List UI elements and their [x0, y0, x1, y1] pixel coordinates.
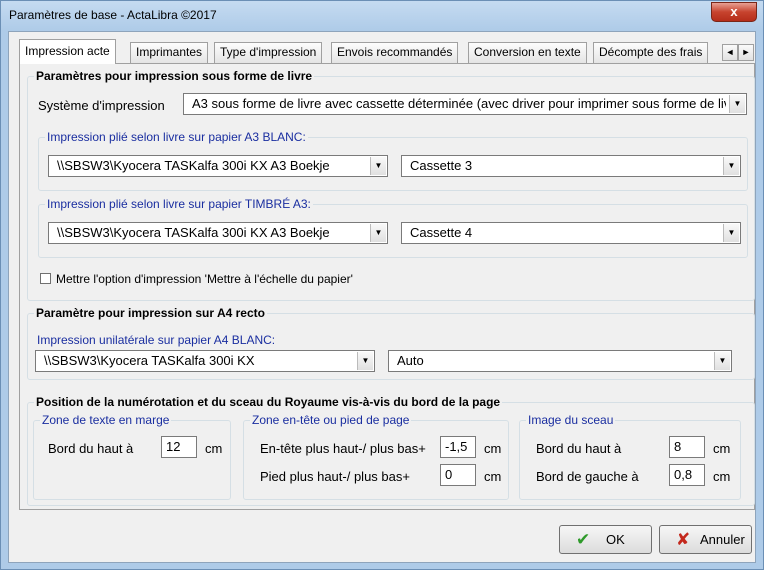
a3-blanc-title: Impression plié selon livre sur papier A…	[45, 130, 308, 144]
position-group: Position de la numérotation et du sceau …	[27, 395, 755, 506]
a3-blanc-group: Impression plié selon livre sur papier A…	[38, 130, 748, 191]
a4-subtitle: Impression unilatérale sur papier A4 BLA…	[37, 333, 276, 347]
scale-option-checkbox[interactable]	[40, 273, 51, 284]
title-bar[interactable]: Paramètres de base - ActaLibra ©2017 x	[1, 1, 763, 31]
chevron-down-icon: ▼	[714, 352, 730, 370]
footer-unit-label: cm	[484, 469, 502, 484]
close-button[interactable]: x	[711, 2, 757, 22]
a3-blanc-printer-select[interactable]: \\SBSW3\Kyocera TASKalfa 300i KX A3 Boek…	[48, 155, 388, 177]
window-title: Paramètres de base - ActaLibra ©2017	[9, 8, 217, 22]
header-unit-label: cm	[484, 441, 502, 456]
a3-blanc-tray-select[interactable]: Cassette 3 ▼	[401, 155, 741, 177]
sceau-left-label: Bord de gauche à	[536, 469, 639, 484]
chevron-down-icon: ▼	[370, 224, 386, 242]
chevron-down-icon: ▼	[723, 224, 739, 242]
cancel-button[interactable]: ✘ Annuler	[659, 525, 752, 554]
scale-option-label[interactable]: Mettre l'option d'impression 'Mettre à l…	[56, 272, 353, 286]
tab-conversion-texte[interactable]: Conversion en texte	[468, 42, 587, 63]
header-offset-input[interactable]: -1,5	[440, 436, 476, 458]
a3-timbre-tray-select[interactable]: Cassette 4 ▼	[401, 222, 741, 244]
chevron-down-icon: ▼	[357, 352, 373, 370]
tab-scroll-left-button[interactable]: ◄	[722, 44, 738, 61]
a4-group: Paramètre pour impression sur A4 recto I…	[27, 306, 755, 380]
livre-group-title: Paramètres pour impression sous forme de…	[34, 69, 315, 83]
sceau-top-input[interactable]: 8	[669, 436, 705, 458]
entete-group-title: Zone en-tête ou pied de page	[250, 413, 412, 427]
dialog-client: Impression acte Imprimantes Type d'impre…	[8, 31, 756, 563]
tab-impression-acte[interactable]: Impression acte	[19, 39, 116, 64]
a4-group-title: Paramètre pour impression sur A4 recto	[34, 306, 267, 320]
chevron-down-icon: ▼	[729, 95, 745, 113]
entete-group: Zone en-tête ou pied de page En-tête plu…	[243, 413, 509, 500]
footer-offset-label: Pied plus haut-/ plus bas+	[260, 469, 410, 484]
ok-button[interactable]: ✔ OK	[559, 525, 652, 554]
tab-envois-recommandes[interactable]: Envois recommandés	[331, 42, 459, 63]
checkmark-icon: ✔	[576, 530, 591, 549]
sceau-group-title: Image du sceau	[526, 413, 616, 427]
a4-printer-select[interactable]: \\SBSW3\Kyocera TASKalfa 300i KX ▼	[35, 350, 375, 372]
dialog-window: Paramètres de base - ActaLibra ©2017 x I…	[0, 0, 764, 570]
a3-timbre-printer-select[interactable]: \\SBSW3\Kyocera TASKalfa 300i KX A3 Boek…	[48, 222, 388, 244]
tab-type-impression[interactable]: Type d'impression	[214, 42, 323, 63]
marge-top-label: Bord du haut à	[48, 441, 134, 456]
marge-top-input[interactable]: 12	[161, 436, 197, 458]
close-icon: ✘	[676, 530, 691, 549]
sceau-top-label: Bord du haut à	[536, 441, 622, 456]
marge-group: Zone de texte en marge Bord du haut à 12…	[33, 413, 231, 500]
footer-offset-input[interactable]: 0	[440, 464, 476, 486]
chevron-down-icon: ▼	[370, 157, 386, 175]
marge-group-title: Zone de texte en marge	[40, 413, 172, 427]
a3-timbre-group: Impression plié selon livre sur papier T…	[38, 197, 748, 258]
tab-scroll-right-button[interactable]: ►	[738, 44, 754, 61]
sceau-top-unit-label: cm	[713, 441, 731, 456]
tab-panel-impression-acte: Paramètres pour impression sous forme de…	[19, 63, 755, 510]
tab-decompte-frais[interactable]: Décompte des frais	[593, 42, 709, 63]
sceau-left-input[interactable]: 0,8	[669, 464, 705, 486]
header-offset-label: En-tête plus haut-/ plus bas+	[260, 441, 426, 456]
system-label: Système d'impression	[38, 98, 165, 113]
sceau-left-unit-label: cm	[713, 469, 731, 484]
a3-timbre-title: Impression plié selon livre sur papier T…	[45, 197, 313, 211]
position-group-title: Position de la numérotation et du sceau …	[34, 395, 503, 409]
chevron-down-icon: ▼	[723, 157, 739, 175]
tab-strip: Impression acte Imprimantes Type d'impre…	[19, 39, 755, 64]
tab-imprimantes[interactable]: Imprimantes	[130, 42, 209, 63]
marge-unit-label: cm	[205, 441, 223, 456]
system-select[interactable]: A3 sous forme de livre avec cassette dét…	[183, 93, 747, 115]
a4-tray-select[interactable]: Auto ▼	[388, 350, 732, 372]
livre-group: Paramètres pour impression sous forme de…	[27, 69, 755, 301]
sceau-group: Image du sceau Bord du haut à 8 cm Bord …	[519, 413, 741, 500]
